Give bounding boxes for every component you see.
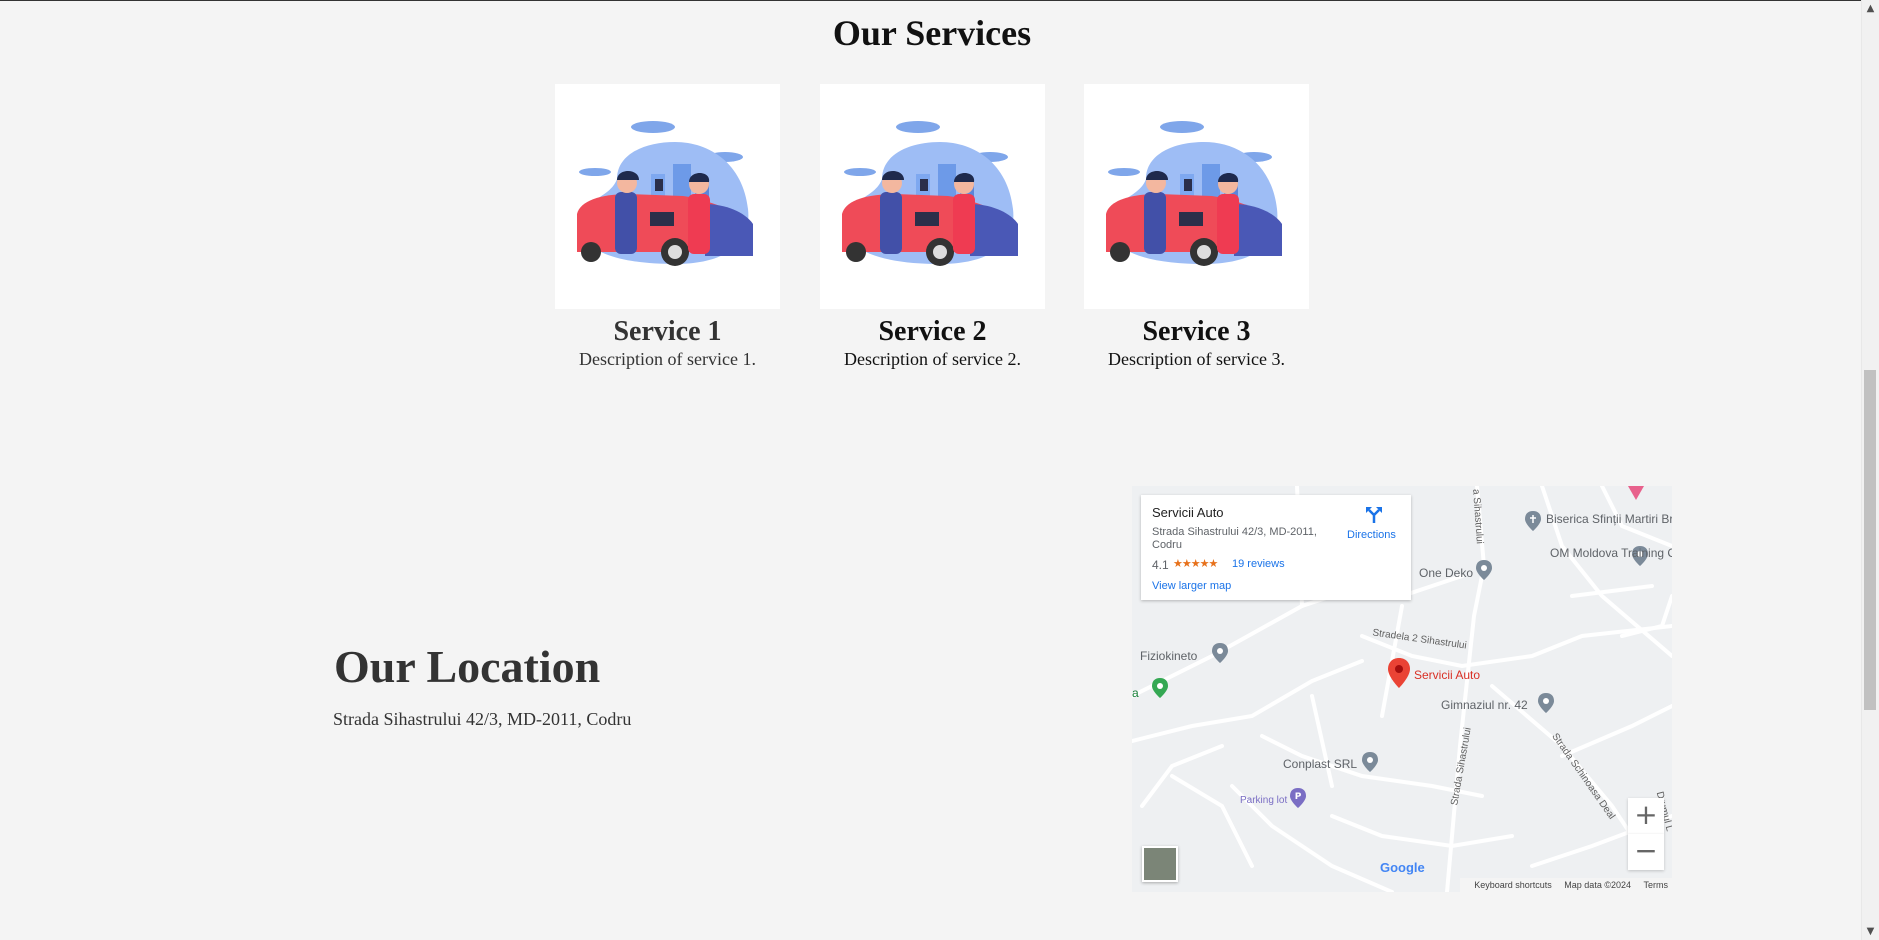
rating-stars-icon: ★★★★★ — [1173, 558, 1218, 570]
service-card-2: Service 2 Description of service 2. — [820, 84, 1045, 370]
service-2-title: Service 2 — [878, 316, 987, 347]
place-label-om: OM Moldova Training Center — [1550, 546, 1672, 560]
clinic-pin-icon[interactable] — [1212, 643, 1228, 663]
service-illustration — [1106, 121, 1282, 266]
place-label-church: Biserica Sfinții Martiri Brâncoveni — [1546, 512, 1672, 526]
location-address: Strada Sihastrului 42/3, MD-2011, Codru — [333, 709, 632, 729]
service-card-3: Service 3 Description of service 3. — [1084, 84, 1309, 370]
map-data-text: Map data ©2024 — [1564, 880, 1631, 890]
view-larger-map-link[interactable]: View larger map — [1152, 580, 1231, 592]
place-label-fiziokineto: Fiziokineto — [1140, 649, 1198, 663]
google-logo-text: Google — [1380, 860, 1425, 875]
reviews-link[interactable]: 19 reviews — [1232, 558, 1285, 570]
page-scrollbar[interactable]: ▲ ▼ — [1861, 0, 1879, 940]
service-illustration — [577, 121, 753, 266]
place-label-one-deko: One Deko — [1419, 566, 1474, 580]
shop-pin-icon[interactable] — [1476, 560, 1492, 580]
scroll-thumb[interactable] — [1864, 370, 1876, 710]
location-heading: Our Location — [334, 641, 601, 692]
location-marker-icon[interactable] — [1388, 658, 1410, 688]
map-footer: Keyboard shortcuts Map data ©2024 Terms — [1460, 878, 1672, 892]
scroll-down-arrow-icon[interactable]: ▼ — [1862, 923, 1879, 940]
directions-icon[interactable] — [1365, 506, 1383, 524]
svg-text:P: P — [1295, 792, 1302, 802]
embedded-map[interactable]: Servicii Auto Strada Sihastrului 42/3, M… — [1132, 486, 1672, 892]
satellite-toggle-button[interactable] — [1142, 846, 1178, 882]
place-rating: 4.1 — [1152, 558, 1169, 572]
place-info-card: Servicii Auto Strada Sihastrului 42/3, M… — [1141, 495, 1411, 600]
keyboard-shortcuts-link[interactable]: Keyboard shortcuts — [1474, 880, 1552, 890]
service-3-title: Service 3 — [1142, 316, 1251, 347]
parking-pin-icon[interactable]: P — [1290, 788, 1306, 808]
top-border — [0, 0, 1879, 1]
service-1-image — [555, 84, 780, 309]
service-illustration — [842, 121, 1018, 266]
place-label-parking: Parking lot — [1240, 795, 1288, 806]
zoom-in-button[interactable]: + — [1628, 798, 1664, 834]
directions-link[interactable]: Directions — [1347, 529, 1396, 541]
service-2-description: Description of service 2. — [844, 349, 1021, 369]
terms-link[interactable]: Terms — [1644, 880, 1669, 890]
google-logo: Google — [1380, 860, 1425, 875]
marker-label: Servicii Auto — [1414, 668, 1481, 682]
service-2-image — [820, 84, 1045, 309]
place-label-conplast: Conplast SRL — [1283, 757, 1358, 771]
service-1-title: Service 1 — [613, 316, 722, 347]
place-label-gimnaziul: Gimnaziul nr. 42 — [1441, 698, 1528, 712]
services-heading: Our Services — [832, 13, 1032, 53]
place-address: Strada Sihastrului 42/3, MD-2011, Codru — [1152, 526, 1317, 551]
place-name: Servicii Auto — [1152, 505, 1224, 520]
service-card-1: Service 1 Description of service 1. — [555, 84, 780, 370]
scroll-up-arrow-icon[interactable]: ▲ — [1862, 0, 1879, 17]
school-pin-icon[interactable] — [1538, 693, 1554, 713]
place-label-partial: a — [1132, 686, 1139, 700]
church-pin-icon[interactable] — [1525, 511, 1541, 531]
service-3-description: Description of service 3. — [1108, 349, 1285, 369]
park-pin-icon[interactable] — [1152, 678, 1168, 698]
pink-pin-icon[interactable] — [1628, 486, 1644, 500]
service-1-description: Description of service 1. — [579, 349, 756, 369]
shop-pin-icon[interactable] — [1362, 752, 1378, 772]
zoom-out-button[interactable]: − — [1628, 834, 1664, 870]
service-3-image — [1084, 84, 1309, 309]
